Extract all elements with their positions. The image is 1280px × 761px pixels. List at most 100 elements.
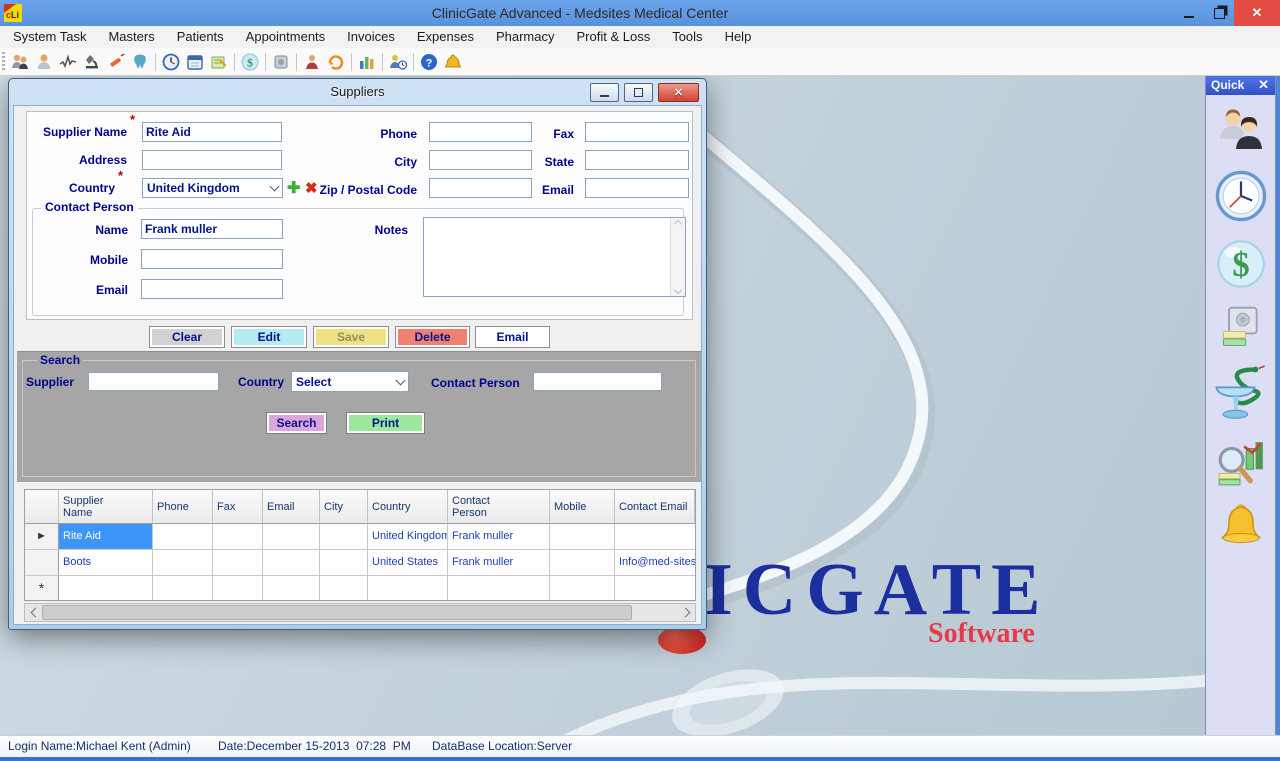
supplier-name-input[interactable] xyxy=(142,122,282,142)
search-contact-input[interactable] xyxy=(533,372,662,391)
scroll-left-icon[interactable] xyxy=(25,604,42,621)
search-country-select[interactable]: Select xyxy=(291,371,409,392)
scroll-up-icon[interactable] xyxy=(674,220,682,228)
country-select[interactable]: United Kingdom xyxy=(142,178,283,198)
cell-mobile[interactable] xyxy=(550,550,615,576)
toolbar-button-purchases[interactable] xyxy=(300,50,324,74)
close-button[interactable]: ✕ xyxy=(1234,0,1280,26)
toolbar-button-patients-group[interactable] xyxy=(8,50,32,74)
row-selector[interactable]: ► xyxy=(25,524,59,550)
contact-mobile-input[interactable] xyxy=(141,249,283,269)
quick-panel-close-icon[interactable]: ✕ xyxy=(1258,77,1275,93)
minimize-button[interactable] xyxy=(1174,0,1204,26)
row-selector[interactable] xyxy=(25,550,59,576)
toolbar-button-microscope[interactable] xyxy=(80,50,104,74)
quick-button-reminders[interactable] xyxy=(1216,501,1266,551)
grid-horizontal-scrollbar[interactable] xyxy=(24,603,696,622)
quick-button-patients[interactable] xyxy=(1215,105,1267,155)
notes-input[interactable] xyxy=(424,218,670,296)
toolbar-button-refresh[interactable] xyxy=(324,50,348,74)
col-email[interactable]: Email xyxy=(263,490,320,524)
menu-item-expenses[interactable]: Expenses xyxy=(406,26,485,48)
cell-contact-email[interactable] xyxy=(615,524,695,550)
email-button[interactable]: Email xyxy=(475,326,550,348)
email-input[interactable] xyxy=(585,178,689,198)
quick-button-billing[interactable]: $ xyxy=(1214,237,1268,291)
toolbar-button-safe[interactable] xyxy=(269,50,293,74)
scroll-right-icon[interactable] xyxy=(678,604,695,621)
fax-input[interactable] xyxy=(585,122,689,142)
col-phone[interactable]: Phone xyxy=(153,490,213,524)
cell-email[interactable] xyxy=(263,550,320,576)
menu-item-pharmacy[interactable]: Pharmacy xyxy=(485,26,566,48)
toolbar-button-clock[interactable] xyxy=(159,50,183,74)
cell-phone[interactable] xyxy=(153,576,213,601)
toolbar-button-help[interactable]: ? xyxy=(417,50,441,74)
search-button[interactable]: Search xyxy=(266,412,327,434)
cell-contact-person[interactable]: Frank muller xyxy=(448,524,550,550)
cell-mobile[interactable] xyxy=(550,576,615,601)
scrollbar-thumb[interactable] xyxy=(42,605,632,620)
menu-item-patients[interactable]: Patients xyxy=(166,26,235,48)
menu-item-masters[interactable]: Masters xyxy=(97,26,165,48)
col-contact-person[interactable]: Contact Person xyxy=(448,490,550,524)
cell-contact-person[interactable] xyxy=(448,576,550,601)
cell-supplier-name[interactable]: Rite Aid xyxy=(59,524,153,550)
cell-contact-person[interactable]: Frank muller xyxy=(448,550,550,576)
delete-button[interactable]: Delete xyxy=(395,326,470,348)
cell-fax[interactable] xyxy=(213,524,263,550)
dialog-minimize-button[interactable] xyxy=(590,83,619,102)
cell-supplier-name[interactable] xyxy=(59,576,153,601)
col-mobile[interactable]: Mobile xyxy=(550,490,615,524)
toolbar-button-syringe[interactable] xyxy=(104,50,128,74)
print-button[interactable]: Print xyxy=(346,412,425,434)
state-input[interactable] xyxy=(585,150,689,170)
cell-contact-email[interactable] xyxy=(615,576,695,601)
menu-item-profit-loss[interactable]: Profit & Loss xyxy=(566,26,662,48)
new-row-selector[interactable]: * xyxy=(25,576,59,601)
toolbar-button-alerts[interactable] xyxy=(441,50,465,74)
cell-phone[interactable] xyxy=(153,550,213,576)
toolbar-button-user-schedule[interactable] xyxy=(386,50,410,74)
toolbar-button-calendar[interactable] xyxy=(183,50,207,74)
menu-item-system-task[interactable]: System Task xyxy=(2,26,97,48)
col-country[interactable]: Country xyxy=(368,490,448,524)
dialog-maximize-button[interactable] xyxy=(624,83,653,102)
toolbar-button-dental[interactable] xyxy=(128,50,152,74)
menu-item-tools[interactable]: Tools xyxy=(661,26,713,48)
cell-contact-email[interactable]: Info@med-sites.c xyxy=(615,550,695,576)
notes-scrollbar[interactable] xyxy=(670,218,685,296)
toolbar-button-billing[interactable] xyxy=(207,50,231,74)
cell-city[interactable] xyxy=(320,524,368,550)
cell-fax[interactable] xyxy=(213,550,263,576)
menu-item-invoices[interactable]: Invoices xyxy=(336,26,406,48)
address-input[interactable] xyxy=(142,150,282,170)
col-supplier-name[interactable]: Supplier Name xyxy=(59,490,153,524)
save-button[interactable]: Save xyxy=(313,326,389,348)
toolbar-button-vitals[interactable] xyxy=(56,50,80,74)
toolbar-button-reports[interactable] xyxy=(355,50,379,74)
contact-name-input[interactable] xyxy=(141,219,283,239)
quick-button-reports[interactable] xyxy=(1215,436,1267,488)
contact-email-input[interactable] xyxy=(141,279,283,299)
dialog-close-button[interactable]: ✕ xyxy=(658,83,699,102)
cell-phone[interactable] xyxy=(153,524,213,550)
cell-email[interactable] xyxy=(263,524,320,550)
quick-button-expenses[interactable] xyxy=(1218,304,1264,350)
add-country-icon[interactable]: ✚ xyxy=(287,180,300,198)
toolbar-button-patient[interactable] xyxy=(32,50,56,74)
toolbar-button-payments[interactable]: $ xyxy=(238,50,262,74)
cell-email[interactable] xyxy=(263,576,320,601)
col-fax[interactable]: Fax xyxy=(213,490,263,524)
cell-country[interactable]: United States xyxy=(368,550,448,576)
cell-mobile[interactable] xyxy=(550,524,615,550)
cell-supplier-name[interactable]: Boots xyxy=(59,550,153,576)
cell-city[interactable] xyxy=(320,550,368,576)
restore-button[interactable] xyxy=(1204,0,1234,26)
dialog-titlebar[interactable]: Suppliers ✕ xyxy=(9,79,706,105)
col-contact-email[interactable]: Contact Email xyxy=(615,490,695,524)
cell-fax[interactable] xyxy=(213,576,263,601)
quick-button-pharmacy[interactable] xyxy=(1213,363,1269,423)
cell-country[interactable] xyxy=(368,576,448,601)
scroll-down-icon[interactable] xyxy=(674,286,682,294)
